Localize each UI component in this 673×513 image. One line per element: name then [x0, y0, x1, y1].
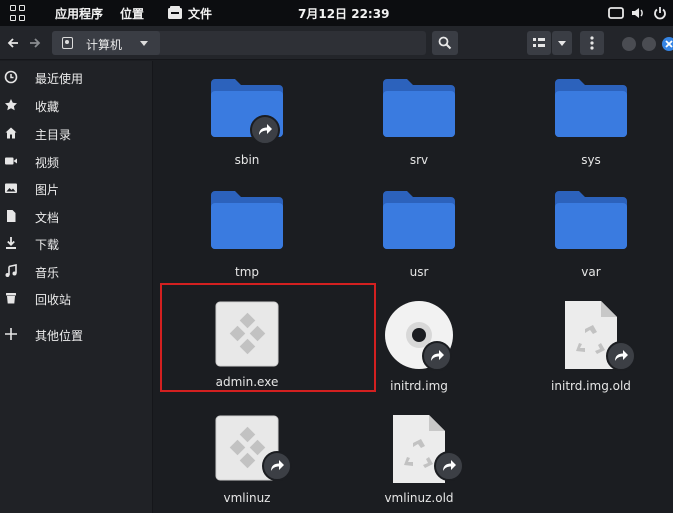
places-menu[interactable]: 位置 — [120, 5, 144, 22]
clock-icon — [4, 70, 18, 84]
file-name: vmlinuz.old — [384, 491, 454, 505]
sidebar-item-label: 下载 — [35, 238, 60, 252]
sidebar-item-label: 文档 — [35, 211, 60, 225]
file-item[interactable]: srv — [354, 77, 484, 187]
sidebar-item-pictures[interactable]: 图片 — [0, 176, 153, 202]
highlight-box — [160, 283, 376, 392]
search-icon — [438, 36, 452, 50]
files-app-icon[interactable] — [168, 6, 182, 19]
document-icon — [7, 210, 16, 222]
power-icon[interactable] — [652, 5, 668, 21]
list-view-icon — [533, 38, 545, 47]
sidebar-item-label: 其他位置 — [35, 329, 84, 343]
file-item[interactable]: var — [526, 189, 656, 299]
file-name: var — [581, 265, 601, 279]
header-bar: 计算机 — [0, 26, 673, 60]
top-bar: 应用程序 位置 文件 7月12日 22:39 — [0, 0, 673, 26]
sidebar-item-videos[interactable]: 视频 — [0, 149, 153, 175]
arrow-left-icon — [7, 38, 18, 48]
symlink-badge-icon — [422, 341, 452, 371]
music-icon — [5, 264, 17, 277]
symlink-badge-icon — [434, 451, 464, 481]
sidebar-item-downloads[interactable]: 下载 — [0, 231, 153, 257]
folder-icon — [555, 79, 627, 137]
image-icon — [5, 183, 17, 193]
applications-menu[interactable]: 应用程序 — [55, 5, 103, 22]
close-button[interactable] — [662, 37, 673, 51]
sidebar-item-label: 回收站 — [35, 293, 72, 307]
maximize-button[interactable] — [642, 37, 656, 51]
file-name: sys — [581, 153, 601, 167]
sidebar-item-starred[interactable]: 收藏 — [0, 93, 153, 119]
location-bar[interactable]: 计算机 — [52, 31, 426, 55]
file-name: usr — [409, 265, 429, 279]
location-button-computer[interactable]: 计算机 — [52, 31, 160, 55]
activities-grid-icon[interactable] — [10, 5, 26, 21]
file-item[interactable]: initrd.img.old — [526, 299, 656, 409]
close-icon — [665, 40, 673, 48]
video-icon — [5, 157, 17, 165]
file-item[interactable]: vmlinuz — [182, 413, 312, 513]
forward-button[interactable] — [25, 33, 45, 53]
sidebar-item-music[interactable]: 音乐 — [0, 259, 153, 285]
kebab-menu-icon — [590, 36, 594, 50]
download-icon — [6, 237, 16, 249]
folder-icon — [211, 191, 283, 249]
symlink-badge-icon — [262, 451, 292, 481]
sidebar-item-trash[interactable]: 回收站 — [0, 286, 153, 312]
search-button[interactable] — [432, 31, 458, 55]
menu-button[interactable] — [580, 31, 604, 55]
clock[interactable]: 7月12日 22:39 — [298, 5, 389, 22]
sidebar-item-label: 主目录 — [35, 128, 72, 142]
trash-icon — [6, 293, 16, 304]
sidebar-item-label: 音乐 — [35, 266, 60, 280]
file-name: sbin — [234, 153, 260, 167]
file-name: srv — [409, 153, 429, 167]
sidebar-item-other-locations[interactable]: 其他位置 — [0, 322, 153, 348]
file-item[interactable]: sbin — [182, 77, 312, 187]
home-icon — [5, 127, 17, 139]
sidebar-item-recent[interactable]: 最近使用 — [0, 65, 153, 91]
files-app-menu[interactable]: 文件 — [188, 5, 212, 22]
chevron-down-icon — [558, 41, 566, 46]
file-name: vmlinuz — [223, 491, 271, 505]
folder-icon — [555, 191, 627, 249]
plus-icon — [5, 328, 17, 340]
sidebar-item-documents[interactable]: 文档 — [0, 204, 153, 230]
location-label: 计算机 — [86, 38, 123, 52]
sidebar: 最近使用 收藏 主目录 视频 图片 文档 下载 音乐 回收站 其他位置 — [0, 61, 153, 513]
folder-icon — [383, 79, 455, 137]
sidebar-item-label: 视频 — [35, 156, 60, 170]
view-options-button[interactable] — [552, 31, 572, 55]
minimize-button[interactable] — [622, 37, 636, 51]
symlink-badge-icon — [606, 341, 636, 371]
symlink-badge-icon — [250, 115, 280, 145]
sidebar-item-home[interactable]: 主目录 — [0, 121, 153, 147]
back-button[interactable] — [3, 33, 23, 53]
chevron-down-icon — [140, 41, 148, 46]
star-icon — [5, 99, 17, 111]
folder-icon — [383, 191, 455, 249]
sidebar-item-label: 图片 — [35, 183, 60, 197]
file-name: initrd.img.old — [551, 379, 631, 393]
view-list-button[interactable] — [527, 31, 551, 55]
file-item[interactable]: sys — [526, 77, 656, 187]
sidebar-item-label: 收藏 — [35, 100, 60, 114]
file-name: tmp — [234, 265, 259, 279]
volume-icon[interactable] — [630, 5, 646, 21]
drive-icon — [62, 37, 73, 49]
file-item[interactable]: vmlinuz.old — [354, 413, 484, 513]
screen-icon[interactable] — [608, 5, 624, 21]
sidebar-item-label: 最近使用 — [35, 72, 84, 86]
arrow-right-icon — [30, 38, 41, 48]
